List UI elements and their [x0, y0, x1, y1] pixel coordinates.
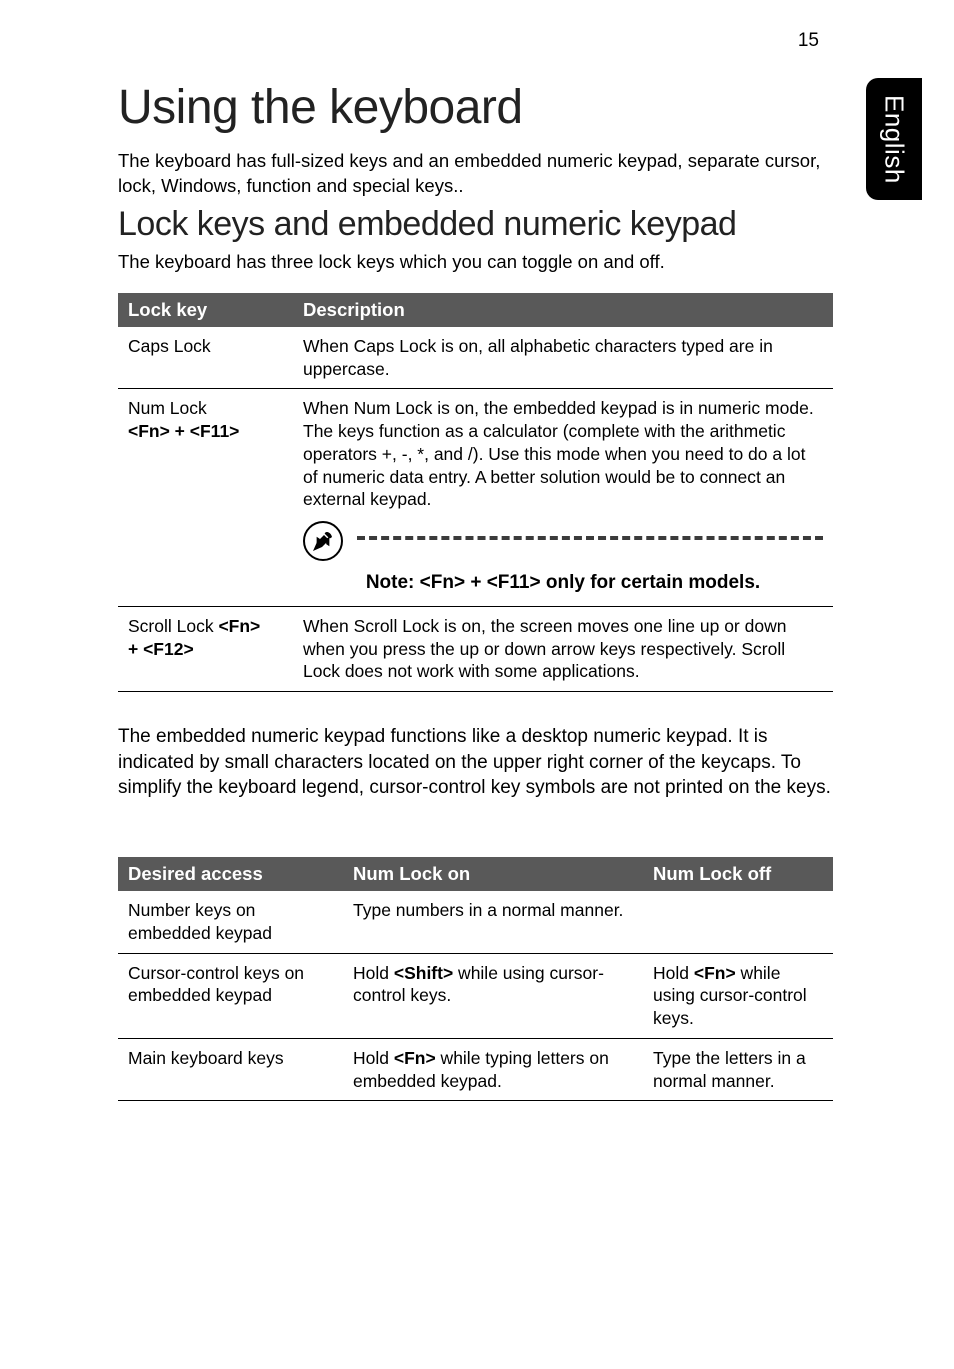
section-heading: Lock keys and embedded numeric keypad: [118, 205, 833, 244]
lock-key-desc: When Num Lock is on, the embedded keypad…: [293, 389, 833, 606]
table-row: Main keyboard keys Hold <Fn> while typin…: [118, 1038, 833, 1101]
page-number: 15: [798, 30, 819, 52]
key-bold: <Shift>: [394, 963, 453, 983]
mid-paragraph: The embedded numeric keypad functions li…: [118, 724, 833, 801]
key-bold: <Fn>: [694, 963, 736, 983]
page-content: Using the keyboard The keyboard has full…: [118, 80, 833, 1101]
lock-key-desc: When Caps Lock is on, all alphabetic cha…: [293, 327, 833, 389]
note-text: Note: <Fn> + <F11> only for certain mode…: [303, 567, 823, 598]
text-fragment: Hold: [653, 963, 694, 983]
pin-icon: [303, 521, 343, 561]
table-row: Caps Lock When Caps Lock is on, all alph…: [118, 327, 833, 389]
table-row: Number keys on embedded keypad Type numb…: [118, 891, 833, 953]
numon-cell: Hold <Fn> while typing letters on embedd…: [343, 1038, 643, 1101]
key-bold: <Fn>: [394, 1048, 436, 1068]
access-cell: Cursor-control keys on embedded keypad: [118, 953, 343, 1038]
access-cell: Main keyboard keys: [118, 1038, 343, 1101]
lock-key-name: Num Lock <Fn> + <F11>: [118, 389, 293, 606]
desired-access-table: Desired access Num Lock on Num Lock off …: [118, 857, 833, 1101]
page-title: Using the keyboard: [118, 80, 833, 135]
table-row: Num Lock <Fn> + <F11> When Num Lock is o…: [118, 389, 833, 606]
lock-key-name: Scroll Lock <Fn> + <F12>: [118, 606, 293, 691]
section-subtext: The keyboard has three lock keys which y…: [118, 250, 833, 275]
intro-paragraph: The keyboard has full-sized keys and an …: [118, 149, 833, 199]
lock-key-line1: Scroll Lock <Fn>: [128, 616, 260, 636]
table-header: Num Lock on: [343, 857, 643, 891]
table-header: Num Lock off: [643, 857, 833, 891]
numon-cell: Hold <Shift> while using cursor-control …: [343, 953, 643, 1038]
table-header: Lock key: [118, 293, 293, 327]
note-row: [303, 521, 823, 561]
lock-key-line2: + <F12>: [128, 639, 194, 659]
table-row: Cursor-control keys on embedded keypad H…: [118, 953, 833, 1038]
numoff-cell: Hold <Fn> while using cursor-control key…: [643, 953, 833, 1038]
lock-keys-table: Lock key Description Caps Lock When Caps…: [118, 293, 833, 692]
lock-key-line1: Num Lock: [128, 398, 207, 418]
text-fragment: Hold: [353, 963, 394, 983]
language-tab-label: English: [879, 95, 910, 184]
table-header: Desired access: [118, 857, 343, 891]
numoff-cell: Type the letters in a normal manner.: [643, 1038, 833, 1101]
lock-key-line2: <Fn> + <F11>: [128, 421, 239, 441]
access-cell: Number keys on embedded keypad: [118, 891, 343, 953]
table-row: Scroll Lock <Fn> + <F12> When Scroll Loc…: [118, 606, 833, 691]
text-fragment: Hold: [353, 1048, 394, 1068]
lock-key-desc: When Scroll Lock is on, the screen moves…: [293, 606, 833, 691]
lock-key-desc-text: When Num Lock is on, the embedded keypad…: [303, 398, 814, 509]
numon-cell: Type numbers in a normal manner.: [343, 891, 643, 953]
table-header: Description: [293, 293, 833, 327]
language-tab: English: [866, 78, 922, 200]
numoff-cell: [643, 891, 833, 953]
lock-key-name: Caps Lock: [118, 327, 293, 389]
note-divider: [357, 536, 823, 540]
